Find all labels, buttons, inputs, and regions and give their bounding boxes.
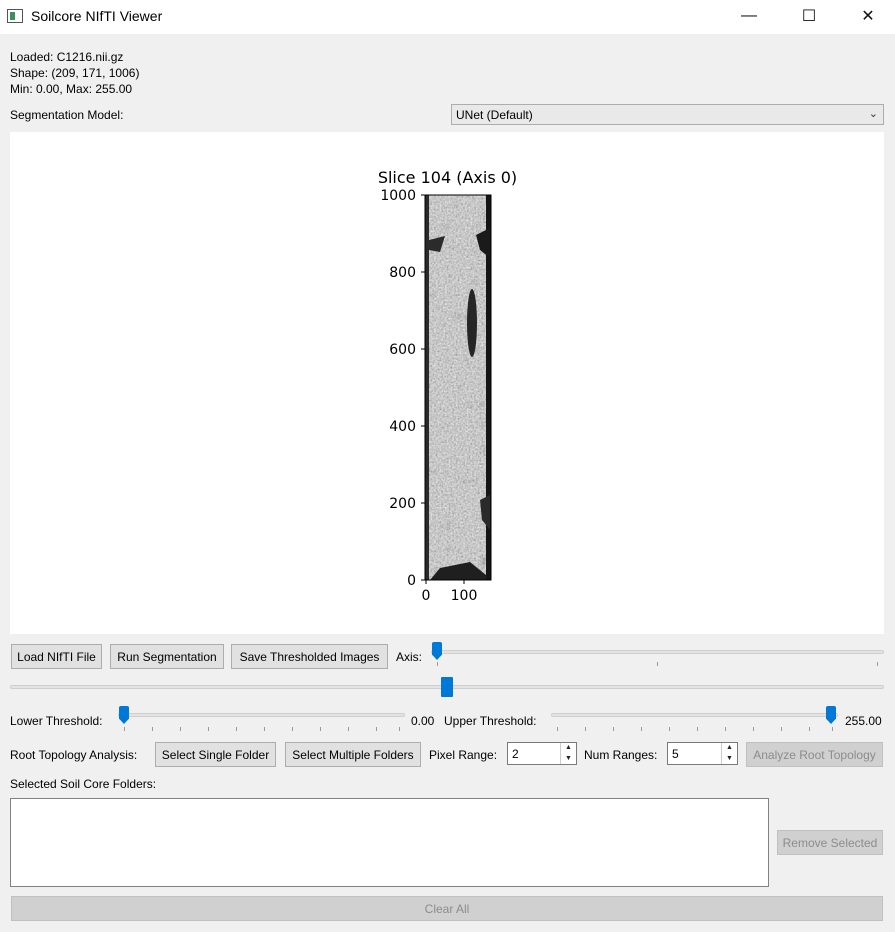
pixel-range-value: 2	[512, 747, 519, 761]
load-nifti-button[interactable]: Load NIfTI File	[11, 644, 102, 669]
upper-threshold-label: Upper Threshold:	[444, 714, 537, 728]
axis-slider[interactable]	[431, 642, 884, 668]
y-tick-label: 600	[389, 342, 416, 358]
y-tick-label: 1000	[380, 188, 416, 204]
threshold-tick	[832, 727, 833, 731]
lower-threshold-label: Lower Threshold:	[10, 714, 103, 728]
threshold-tick	[152, 727, 153, 731]
remove-selected-button[interactable]: Remove Selected	[777, 830, 883, 855]
folder-list[interactable]	[10, 798, 769, 887]
select-multiple-folders-button[interactable]: Select Multiple Folders	[285, 742, 421, 767]
y-axis: 1000 800 600 400 200 0	[380, 188, 425, 589]
threshold-tick	[376, 727, 377, 731]
axis-slider-handle[interactable]	[432, 642, 442, 660]
pixel-range-label: Pixel Range:	[429, 748, 498, 762]
threshold-tick	[320, 727, 321, 731]
pixel-range-spinbox[interactable]: 2 ▲ ▼	[507, 742, 577, 765]
spin-up-icon[interactable]: ▲	[722, 743, 737, 753]
threshold-tick	[292, 727, 293, 731]
y-tick-label: 0	[407, 573, 416, 589]
x-tick-label: 100	[451, 588, 478, 604]
slice-plot: 1000 800 600 400 200 0 0 100	[380, 188, 492, 604]
threshold-tick	[557, 727, 558, 731]
threshold-tick	[781, 727, 782, 731]
selected-folders-label: Selected Soil Core Folders:	[10, 777, 157, 791]
axis-slider-tick	[657, 662, 658, 666]
slice-slider[interactable]	[10, 676, 884, 698]
num-ranges-spinbox[interactable]: 5 ▲ ▼	[667, 742, 738, 765]
upper-threshold-groove	[551, 713, 838, 717]
lower-threshold-handle[interactable]	[119, 706, 129, 724]
lower-threshold-slider[interactable]	[118, 705, 405, 733]
num-ranges-value: 5	[672, 747, 679, 761]
y-tick-label: 200	[389, 496, 416, 512]
select-single-folder-button[interactable]: Select Single Folder	[155, 742, 276, 767]
clear-all-button[interactable]: Clear All	[11, 896, 883, 921]
axis-slider-tick	[437, 662, 438, 666]
spin-up-icon[interactable]: ▲	[561, 743, 576, 753]
threshold-tick	[697, 727, 698, 731]
axis-label: Axis:	[396, 650, 423, 664]
num-ranges-label: Num Ranges:	[584, 748, 658, 762]
slice-image	[425, 195, 491, 580]
threshold-tick	[753, 727, 754, 731]
y-tick-label: 400	[389, 419, 416, 435]
threshold-tick	[264, 727, 265, 731]
upper-threshold-handle[interactable]	[826, 706, 836, 724]
upper-threshold-slider[interactable]	[551, 705, 838, 733]
spin-down-icon[interactable]: ▼	[722, 754, 737, 764]
lower-threshold-groove	[118, 713, 405, 717]
threshold-tick	[180, 727, 181, 731]
threshold-tick	[348, 727, 349, 731]
x-axis: 0 100	[422, 580, 478, 604]
spin-down-icon[interactable]: ▼	[561, 754, 576, 764]
threshold-tick	[613, 727, 614, 731]
run-segmentation-button[interactable]: Run Segmentation	[110, 644, 224, 669]
save-thresholded-button[interactable]: Save Thresholded Images	[231, 644, 388, 669]
threshold-tick	[669, 727, 670, 731]
threshold-tick	[399, 727, 400, 731]
threshold-tick	[208, 727, 209, 731]
threshold-tick	[641, 727, 642, 731]
upper-threshold-value: 255.00	[845, 714, 882, 728]
y-tick-label: 800	[389, 265, 416, 281]
threshold-tick	[809, 727, 810, 731]
lower-threshold-value: 0.00	[411, 714, 435, 728]
threshold-tick	[725, 727, 726, 731]
axis-slider-tick	[877, 662, 878, 666]
axis-slider-groove	[431, 650, 884, 654]
threshold-tick	[236, 727, 237, 731]
threshold-tick	[124, 727, 125, 731]
slice-slider-handle[interactable]	[441, 677, 453, 697]
analyze-root-topology-button[interactable]: Analyze Root Topology	[746, 742, 883, 767]
threshold-tick	[585, 727, 586, 731]
root-topology-label: Root Topology Analysis:	[10, 748, 138, 762]
x-tick-label: 0	[422, 588, 431, 604]
